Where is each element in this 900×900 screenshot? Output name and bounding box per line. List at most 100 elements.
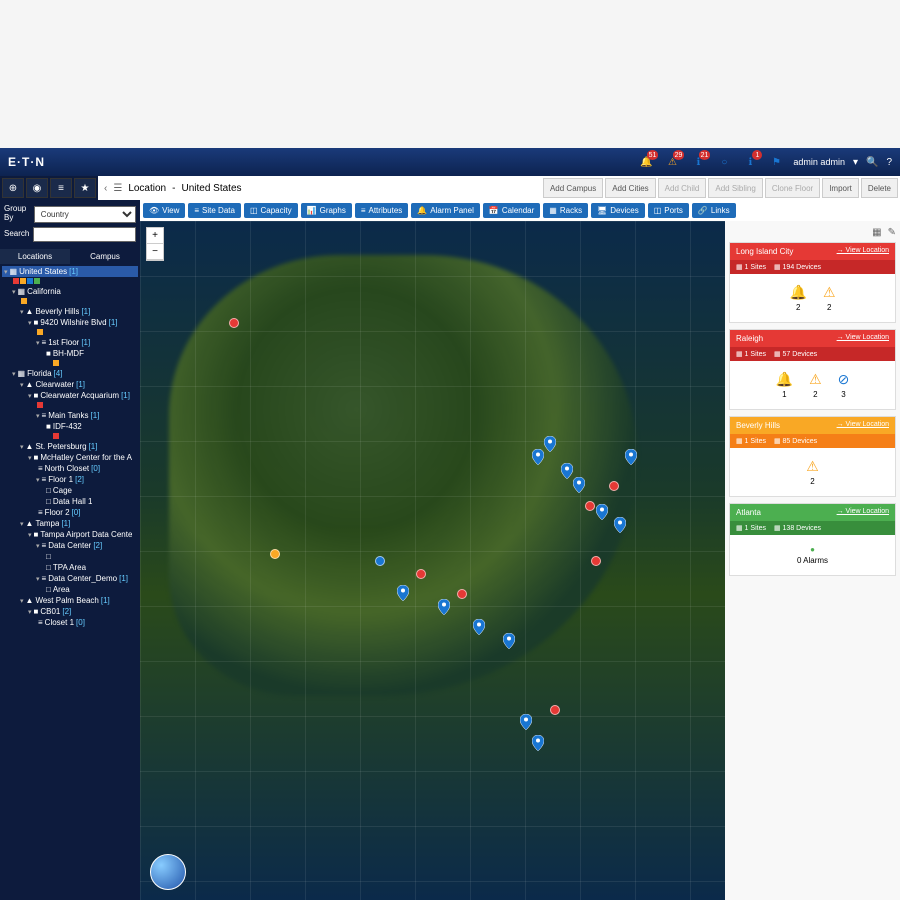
tree-node[interactable]: ▾≡Data Center_Demo [1]	[2, 573, 138, 584]
tree-node[interactable]: ▾■CB01 [2]	[2, 606, 138, 617]
tree-node[interactable]: ▾▦Florida [4]	[2, 368, 138, 379]
view-location-link[interactable]: → View Location	[837, 421, 889, 430]
map-marker[interactable]	[416, 569, 426, 579]
map-marker[interactable]	[614, 517, 626, 533]
info-badge-icon[interactable]: ℹ21	[689, 153, 707, 171]
globe-icon[interactable]	[150, 854, 186, 890]
map-marker[interactable]	[532, 449, 544, 465]
tree-node[interactable]: ▾▦United States [1]	[2, 266, 138, 277]
map-marker[interactable]	[503, 633, 515, 649]
map-marker[interactable]	[591, 556, 601, 566]
map-marker[interactable]	[550, 705, 560, 715]
import-button[interactable]: Import	[822, 178, 859, 198]
toolbar-icon-3[interactable]: ★	[74, 178, 96, 198]
tab-capacity[interactable]: ◫Capacity	[244, 203, 298, 218]
tree-node[interactable]: □TPA Area	[2, 562, 138, 573]
tab-site-data[interactable]: ≡Site Data	[188, 203, 241, 218]
tree-node[interactable]: □	[2, 551, 138, 562]
map[interactable]: + −	[140, 221, 725, 900]
tree-node[interactable]: ▾▲Clearwater [1]	[2, 379, 138, 390]
map-marker[interactable]	[544, 436, 556, 452]
tree-node[interactable]: ▾≡Main Tanks [1]	[2, 410, 138, 421]
capacity-icon: ◫	[250, 206, 258, 215]
location-card: Beverly Hills → View Location ▦ 1 Sites …	[729, 416, 896, 497]
map-marker[interactable]	[561, 463, 573, 479]
toolbar-icon-1[interactable]: ◉	[26, 178, 48, 198]
map-marker[interactable]	[520, 714, 532, 730]
chevron-down-icon[interactable]: ▾	[853, 157, 858, 168]
tree-node[interactable]: ▾▲St. Petersburg [1]	[2, 441, 138, 452]
tab-attributes[interactable]: ≡Attributes	[355, 203, 408, 218]
sidebar-tab-campus[interactable]: Campus	[70, 249, 140, 264]
sidebar-tab-locations[interactable]: Locations	[0, 249, 70, 264]
tab-view[interactable]: 👁View	[143, 203, 185, 218]
help-icon[interactable]: ?	[886, 157, 892, 168]
tab-ports[interactable]: ◫Ports	[648, 203, 689, 218]
edit-icon[interactable]: ✎	[888, 227, 896, 238]
view-location-link[interactable]: → View Location	[837, 334, 889, 343]
search-icon[interactable]: 🔍	[866, 157, 878, 168]
tree-node[interactable]: ■BH-MDF	[2, 348, 138, 359]
zoom-out-button[interactable]: −	[147, 244, 163, 260]
tree-node[interactable]: ▾■Clearwater Acquarium [1]	[2, 390, 138, 401]
warn-badge-icon[interactable]: ⚠29	[663, 153, 681, 171]
tree-node[interactable]: ▾≡Data Center [2]	[2, 540, 138, 551]
map-marker[interactable]	[573, 477, 585, 493]
clone-floor-button: Clone Floor	[765, 178, 820, 198]
tree-node[interactable]: ▾▲West Palm Beach [1]	[2, 595, 138, 606]
map-marker[interactable]	[270, 549, 280, 559]
map-marker[interactable]	[532, 735, 544, 751]
tree-node[interactable]: ≡North Closet [0]	[2, 463, 138, 474]
tree-node[interactable]: ▾■McHatley Center for the A	[2, 452, 138, 463]
alarm-indicator: 🔔1	[776, 371, 793, 399]
tree-node[interactable]: ■IDF-432	[2, 421, 138, 432]
flag-badge-icon[interactable]: ⚑	[767, 153, 785, 171]
map-marker[interactable]	[625, 449, 637, 465]
map-marker[interactable]	[457, 589, 467, 599]
tree-node[interactable]: ▾▲Tampa [1]	[2, 518, 138, 529]
add-cities-button[interactable]: Add Cities	[605, 178, 655, 198]
tab-links[interactable]: 🔗Links	[692, 203, 736, 218]
tree-node[interactable]: ≡Closet 1 [0]	[2, 617, 138, 628]
tree-node[interactable]: □Area	[2, 584, 138, 595]
tab-graphs[interactable]: 📊Graphs	[301, 203, 352, 218]
tree-node[interactable]: ▾■9420 Wilshire Blvd [1]	[2, 317, 138, 328]
tree-node[interactable]: □Cage	[2, 485, 138, 496]
map-marker[interactable]	[229, 318, 239, 328]
bell-badge-icon[interactable]: 🔔51	[637, 153, 655, 171]
tree-node[interactable]: □Data Hall 1	[2, 496, 138, 507]
tab-devices[interactable]: 🖥Devices	[591, 203, 645, 218]
tab-racks[interactable]: ▦Racks	[543, 203, 588, 218]
list-button[interactable]: ☰	[113, 183, 122, 194]
tree-node[interactable]: ▾≡1st Floor [1]	[2, 337, 138, 348]
circle-badge-icon[interactable]: ○	[715, 153, 733, 171]
tab-alarm-panel[interactable]: 🔔Alarm Panel	[411, 203, 480, 218]
map-marker[interactable]	[585, 501, 595, 511]
group-by-select[interactable]: Country	[34, 206, 136, 223]
search-input[interactable]	[33, 227, 136, 242]
zoom-in-button[interactable]: +	[147, 228, 163, 244]
map-marker[interactable]	[596, 504, 608, 520]
view-location-link[interactable]: → View Location	[837, 247, 889, 256]
delete-button[interactable]: Delete	[861, 178, 898, 198]
user-menu[interactable]: admin admin	[793, 157, 845, 167]
map-marker[interactable]	[397, 585, 409, 601]
grid-view-icon[interactable]: ▦	[872, 227, 881, 238]
view-location-link[interactable]: → View Location	[837, 508, 889, 517]
tab-calendar[interactable]: 📅Calendar	[483, 203, 540, 218]
map-marker[interactable]	[438, 599, 450, 615]
back-button[interactable]: ‹	[104, 183, 107, 194]
toolbar-icon-0[interactable]: ⊕	[2, 178, 24, 198]
tree-node[interactable]: ▾▦California	[2, 286, 138, 297]
tree-node[interactable]: ▾■Tampa Airport Data Cente	[2, 529, 138, 540]
map-marker[interactable]	[375, 556, 385, 566]
tree-node[interactable]: ▾▲Beverly Hills [1]	[2, 306, 138, 317]
devices-count: ▦ 194 Devices	[774, 263, 821, 271]
map-marker[interactable]	[473, 619, 485, 635]
toolbar-icon-2[interactable]: ≡	[50, 178, 72, 198]
tree-node[interactable]: ≡Floor 2 [0]	[2, 507, 138, 518]
i-badge-icon[interactable]: ℹ1	[741, 153, 759, 171]
add-campus-button[interactable]: Add Campus	[543, 178, 603, 198]
tree-node[interactable]: ▾≡Floor 1 [2]	[2, 474, 138, 485]
map-marker[interactable]	[609, 481, 619, 491]
